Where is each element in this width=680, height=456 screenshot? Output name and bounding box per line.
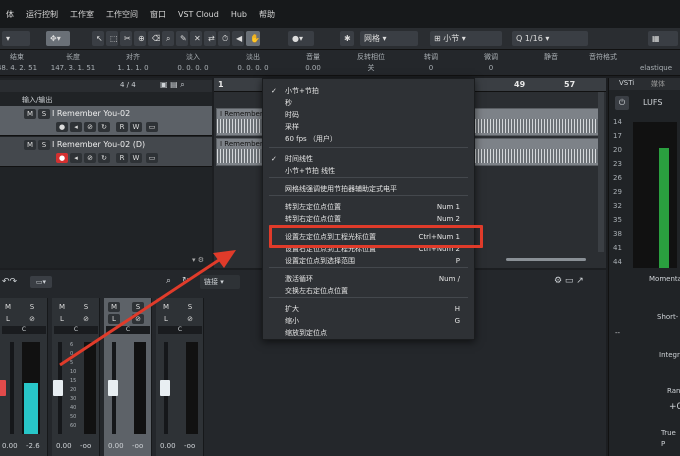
arrow-shaft <box>59 256 223 367</box>
daw-window: 体 运行控制 工作室 工作空间 窗口 VST Cloud Hub 帮助 ▾ ✥▾… <box>0 0 680 456</box>
annotation-arrow <box>59 250 236 367</box>
arrow-head <box>213 250 236 268</box>
